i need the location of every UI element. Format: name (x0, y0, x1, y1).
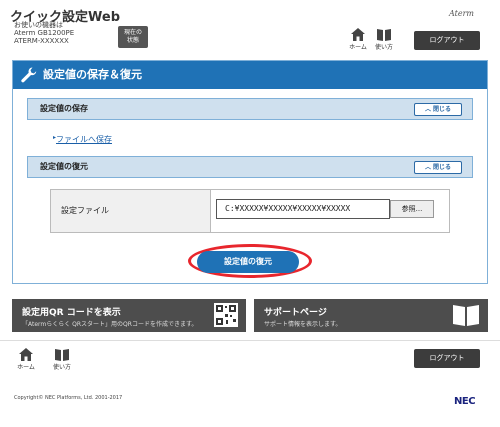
model-name: Aterm GB1200PE (14, 29, 75, 37)
close-label: 閉じる (433, 164, 452, 171)
footer-manual-button[interactable]: 使い方 (50, 348, 74, 371)
qr-code-icon (214, 303, 238, 327)
save-to-file-link[interactable]: ファイルへ保存 (56, 134, 112, 145)
status-btn-line2: 状態 (126, 37, 139, 44)
restore-section-title: 設定値の復元 (40, 162, 88, 171)
chevron-up-icon: ︿ (424, 106, 431, 113)
file-path-input[interactable]: C:¥XXXXX¥XXXXX¥XXXXX¥XXXXX (216, 199, 390, 219)
browse-button[interactable]: 参照... (390, 200, 434, 218)
aterm-logo: Aterm (449, 9, 474, 18)
restore-section-close-button[interactable]: ︿ 閉じる (414, 161, 462, 174)
header: クイック設定Web お使いの機器は Aterm GB1200PE ATERM-X… (0, 0, 500, 58)
book-icon (377, 29, 391, 41)
restore-button[interactable]: 設定値の復元 (197, 251, 299, 273)
restore-section-header: 設定値の復元 ︿ 閉じる (27, 156, 473, 178)
qr-tile-desc: 「Atermらくらく QRスタート」用のQRコードを作成できます。 (22, 321, 198, 328)
logout-button[interactable]: ログアウト (414, 31, 480, 50)
home-label: ホーム (349, 44, 367, 51)
panel-title-text: 設定値の保存＆復元 (43, 68, 142, 81)
footer-home-button[interactable]: ホーム (14, 348, 38, 371)
save-section-title: 設定値の保存 (40, 104, 88, 113)
device-id: ATERM-XXXXXX (14, 37, 69, 45)
current-status-button[interactable]: 現在の 状態 (118, 26, 148, 48)
support-page-tile[interactable]: サポートページ サポート情報を表示します。 (254, 299, 488, 332)
home-icon (19, 348, 33, 361)
manual-label: 使い方 (374, 44, 393, 51)
qr-code-tile[interactable]: 設定用QR コードを表示 「Atermらくらく QRスタート」用のQRコードを作… (12, 299, 246, 332)
book-icon (453, 305, 479, 326)
qr-tile-title: 設定用QR コードを表示 (22, 308, 121, 318)
manual-nav-button[interactable]: 使い方 (372, 28, 396, 51)
status-btn-line1: 現在の (123, 29, 142, 36)
footer-manual-label: 使い方 (52, 364, 71, 371)
model-caption: お使いの機器は (14, 21, 63, 29)
panel-title: 設定値の保存＆復元 (13, 61, 487, 89)
support-tile-title: サポートページ (264, 308, 327, 318)
support-tile-desc: サポート情報を表示します。 (264, 321, 342, 328)
footer-home-label: ホーム (17, 364, 35, 371)
book-icon (55, 349, 69, 361)
footer-logout-button[interactable]: ログアウト (414, 349, 480, 368)
home-nav-button[interactable]: ホーム (346, 28, 370, 51)
save-section-header: 設定値の保存 ︿ 閉じる (27, 98, 473, 120)
file-label: 設定ファイル (51, 190, 211, 232)
chevron-up-icon: ︿ (424, 164, 431, 171)
home-icon (351, 28, 365, 41)
save-section-close-button[interactable]: ︿ 閉じる (414, 103, 462, 116)
close-label: 閉じる (433, 106, 452, 113)
nec-logo: NEC (454, 396, 476, 407)
wrench-icon (21, 67, 37, 83)
copyright-text: Copyright© NEC Platforms, Ltd. 2001-2017 (14, 395, 123, 401)
